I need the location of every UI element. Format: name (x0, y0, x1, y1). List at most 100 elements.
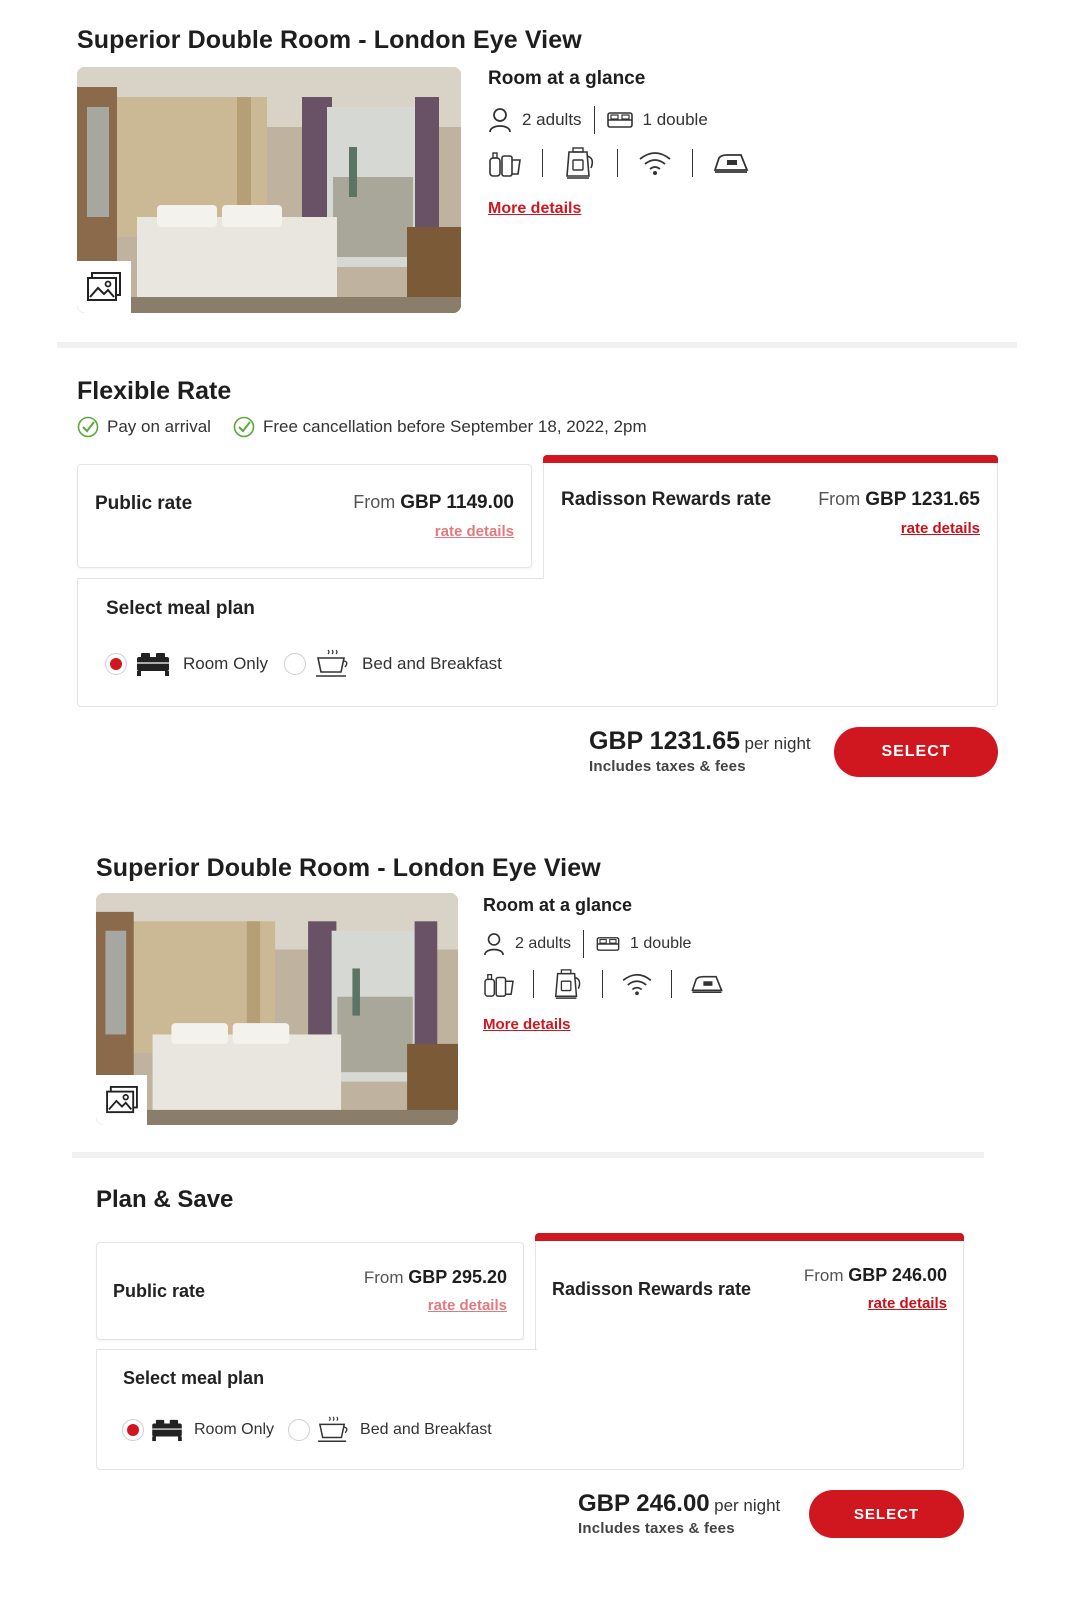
person-icon (484, 933, 504, 956)
room-title: Superior Double Room - London Eye View (77, 26, 582, 54)
per-night-label: per night (744, 734, 811, 753)
room-title: Superior Double Room - London Eye View (96, 854, 601, 882)
gallery-icon (105, 1086, 138, 1114)
coffee-cup-icon (316, 649, 348, 677)
separator (593, 106, 595, 134)
gallery-button[interactable] (96, 1075, 147, 1125)
radio-room-only[interactable] (105, 653, 127, 675)
check-circle-icon (233, 416, 255, 438)
room-photo[interactable] (77, 67, 461, 313)
rate-plan-title: Plan & Save (96, 1186, 234, 1213)
room-at-a-glance: Room at a glance 2 adults 1 double More … (483, 895, 724, 1034)
iron-icon (690, 974, 724, 994)
rate-details-link[interactable]: rate details (428, 1297, 507, 1314)
meal-label: Room Only (194, 1421, 275, 1438)
bed-outline-icon (596, 937, 620, 951)
rewards-rate-card[interactable]: Radisson Rewards rate From GBP 246.00 ra… (535, 1233, 964, 1350)
selected-indicator (535, 1233, 964, 1241)
taxes-note: Includes taxes & fees (578, 1520, 735, 1537)
policy-text: Pay on arrival (107, 417, 211, 436)
rewards-rate-card[interactable]: Radisson Rewards rate From GBP 1231.65 r… (543, 455, 998, 579)
glance-title: Room at a glance (483, 895, 633, 915)
bed-type: 1 double (630, 935, 692, 952)
gallery-icon (87, 272, 121, 301)
room-photo[interactable] (96, 893, 458, 1125)
from-label: From (818, 489, 861, 509)
kettle-icon (563, 146, 597, 180)
separator (602, 970, 603, 998)
separator (533, 970, 534, 998)
rate-policies: Pay on arrival Free cancellation before … (77, 416, 669, 438)
total-price: GBP 246.00 per night Includes taxes & fe… (578, 1490, 780, 1537)
taxes-note: Includes taxes & fees (589, 758, 746, 775)
price-value: GBP 295.20 (408, 1267, 507, 1287)
per-night-label: per night (714, 1496, 781, 1515)
rate-details-link[interactable]: rate details (435, 523, 514, 540)
rate-label: Radisson Rewards rate (561, 489, 772, 510)
meal-option-bed-and-breakfast[interactable]: Bed and Breakfast (288, 1415, 492, 1445)
total-amount: GBP 1231.65 (589, 727, 741, 755)
rate-price: From GBP 1231.65 (818, 489, 980, 511)
price-value: GBP 1149.00 (400, 492, 514, 513)
gallery-button[interactable] (77, 261, 131, 313)
price-value: GBP 246.00 (848, 1265, 947, 1285)
total-price: GBP 1231.65 per night Includes taxes & f… (589, 727, 811, 775)
select-button[interactable]: SELECT (809, 1490, 964, 1538)
separator (671, 970, 672, 998)
meal-plan-panel: Select meal plan Room Only Bed and Break… (77, 578, 998, 707)
toiletries-icon (483, 970, 515, 998)
separator (617, 149, 618, 177)
section-divider (57, 342, 1017, 348)
more-details-link[interactable]: More details (483, 1016, 571, 1033)
from-label: From (353, 492, 396, 512)
person-icon (489, 108, 511, 133)
meal-option-room-only[interactable]: Room Only (105, 651, 268, 677)
rate-details-link[interactable]: rate details (901, 520, 980, 537)
section-divider (72, 1152, 984, 1158)
policy-free-cancellation: Free cancellation before September 18, 2… (233, 416, 647, 438)
coffee-cup-icon (318, 1416, 348, 1442)
rate-details-link[interactable]: rate details (868, 1295, 947, 1312)
rate-label: Radisson Rewards rate (552, 1279, 752, 1299)
meal-label: Room Only (183, 654, 269, 673)
rate-price: From GBP 1149.00 (353, 492, 514, 514)
radio-bed-and-breakfast[interactable] (288, 1419, 311, 1441)
meal-label: Bed and Breakfast (360, 1421, 492, 1438)
wifi-icon (638, 150, 672, 176)
from-label: From (363, 1268, 404, 1287)
wifi-icon (621, 972, 653, 996)
bed-outline-icon (606, 112, 633, 128)
occupancy-row: 2 adults 1 double (483, 930, 724, 958)
meal-label: Bed and Breakfast (362, 654, 502, 673)
iron-icon (713, 152, 749, 174)
room-at-a-glance: Room at a glance 2 adults 1 double More … (488, 68, 749, 218)
bed-type: 1 double (642, 110, 708, 129)
public-rate-card[interactable]: Public rate From GBP 295.20 rate details (96, 1242, 524, 1340)
adults-count: 2 adults (522, 110, 582, 129)
rate-label: Public rate (95, 493, 193, 514)
separator (542, 149, 543, 177)
separator (583, 930, 585, 958)
rate-plan-title: Flexible Rate (77, 377, 232, 405)
radio-bed-and-breakfast[interactable] (284, 653, 307, 675)
rate-price: From GBP 246.00 (804, 1265, 947, 1286)
separator (692, 149, 693, 177)
meal-option-bed-and-breakfast[interactable]: Bed and Breakfast (284, 648, 502, 680)
adults-count: 2 adults (515, 935, 572, 952)
select-button[interactable]: SELECT (834, 727, 998, 777)
radio-room-only[interactable] (122, 1419, 144, 1441)
more-details-link[interactable]: More details (488, 200, 581, 218)
glance-title: Room at a glance (488, 68, 646, 89)
meal-options: Room Only Bed and Breakfast (105, 648, 502, 680)
selected-indicator (543, 455, 998, 463)
meal-plan-title: Select meal plan (123, 1368, 265, 1388)
from-label: From (803, 1266, 844, 1285)
policy-pay-on-arrival: Pay on arrival (77, 416, 211, 438)
rate-price: From GBP 295.20 (364, 1267, 507, 1288)
public-rate-card[interactable]: Public rate From GBP 1149.00 rate detail… (77, 464, 532, 568)
occupancy-row: 2 adults 1 double (488, 106, 749, 134)
amenities-row (483, 968, 724, 1000)
policy-text: Free cancellation before September 18, 2… (262, 417, 647, 436)
meal-options: Room Only Bed and Breakfast (122, 1415, 492, 1445)
meal-option-room-only[interactable]: Room Only (122, 1418, 274, 1442)
